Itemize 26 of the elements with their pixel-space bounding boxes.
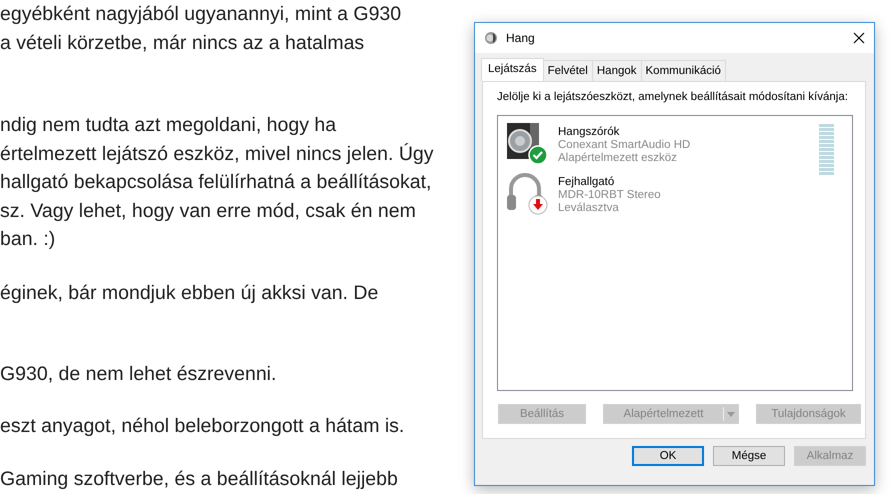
article-text-line: egyébként nagyjából ugyanannyi, mint a G930 — [0, 2, 402, 27]
dialog-button[interactable]: OK — [632, 446, 704, 466]
close-icon[interactable] — [853, 32, 865, 44]
instruction-text: Jelölje ki a lejátszóeszközt, amelynek beállításait módosítani kívánja: — [496, 90, 849, 103]
article-text-line: éginek, bár mondjuk ebben új akksi van. De — [0, 280, 378, 306]
article-text-line: Gaming szoftverbe, és a beállításoknál lejjebb — [0, 467, 398, 492]
device-name[interactable]: Fejhallgató — [558, 176, 661, 189]
speaker-icon — [484, 31, 498, 45]
article-text-line: sz. Vagy lehet, hogy van erre mód, csak én nem — [0, 198, 416, 224]
device-status: Leválasztva — [558, 202, 619, 215]
article-text-line: hallgató bekapcsolása felülírhatná a beállításokat, — [0, 170, 432, 195]
device-driver: MDR-10RBT Stereo — [558, 189, 661, 202]
device-driver: Conexant SmartAudio HD — [558, 139, 690, 152]
tab[interactable]: Lejátszás — [481, 58, 544, 81]
article-text-line: értelmezett lejátszó eszköz, mivel nincs jelen. Úgy — [0, 142, 434, 166]
device-name[interactable]: Hangszórók — [558, 126, 690, 139]
article-text-line: ndig nem tudta azt megoldani, hogy ha — [0, 113, 336, 138]
device-status: Alapértelmezett eszköz — [558, 152, 677, 165]
article-text-line: a vételi körzetbe, már nincs az a hatalmas — [0, 30, 364, 56]
article-text-line: G930, de nem lehet észrevenni. — [0, 362, 276, 387]
level-meter — [819, 124, 834, 175]
tab[interactable]: Kommunikáció — [640, 60, 726, 81]
article-text-line: ban. :) — [0, 227, 56, 252]
window-title: Hang — [506, 31, 535, 45]
dialog-button[interactable]: Mégse — [713, 446, 785, 466]
article-text-line: eszt anyagot, néhol beleborzongott a hátam is. — [0, 414, 404, 438]
